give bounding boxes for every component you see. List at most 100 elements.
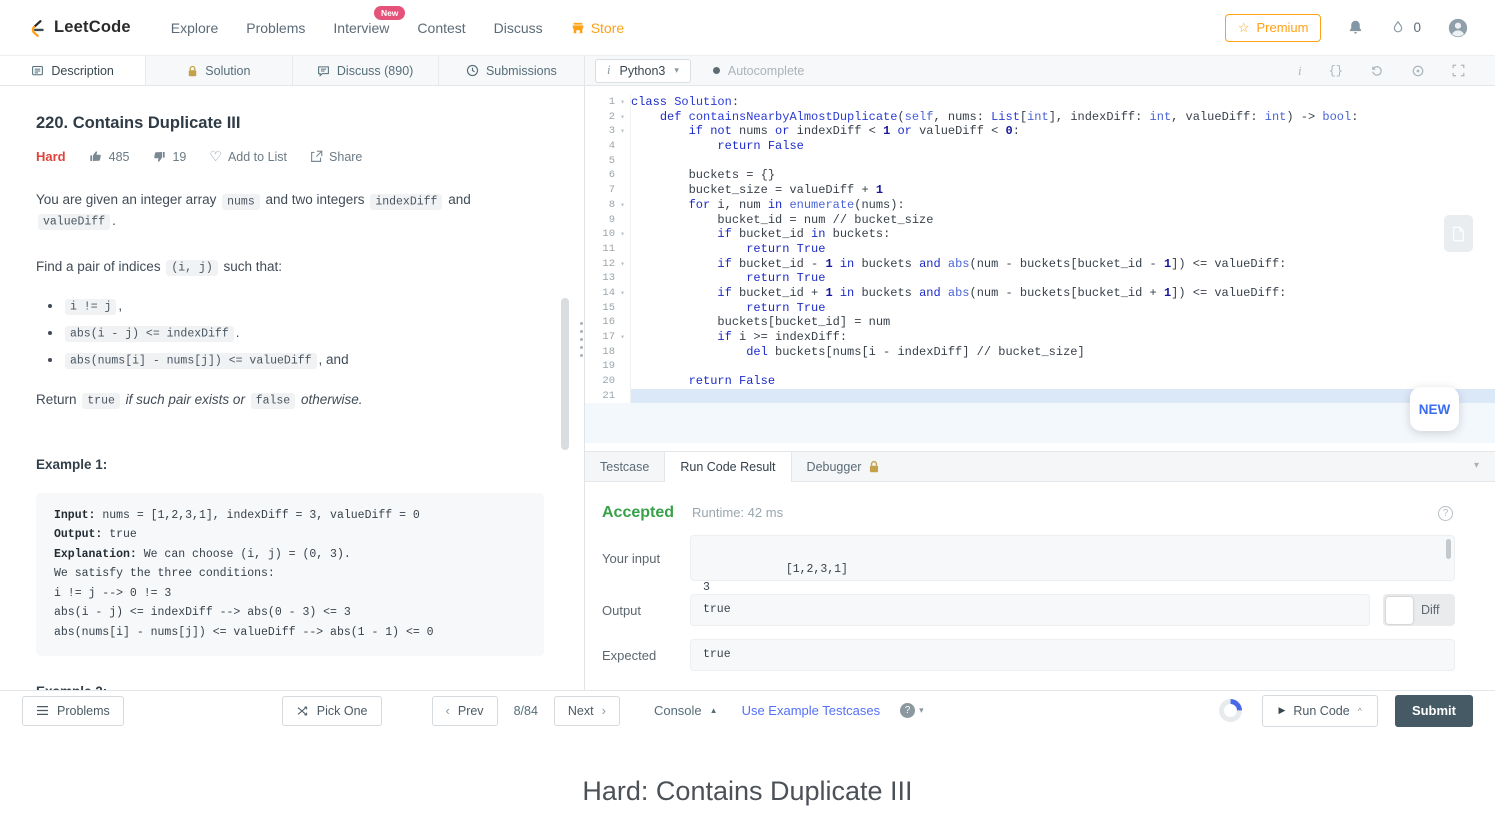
code-text[interactable]: if not nums or indexDiff < 1 or valueDif… bbox=[630, 124, 1495, 139]
code-text[interactable]: if i >= indexDiff: bbox=[630, 330, 1495, 345]
tab-submissions[interactable]: Submissions bbox=[439, 56, 584, 85]
prev-button[interactable]: ‹ Prev bbox=[432, 696, 498, 726]
problems-list-button[interactable]: Problems bbox=[22, 696, 124, 726]
description-scrollbar[interactable] bbox=[561, 298, 569, 450]
code-text[interactable] bbox=[630, 389, 1495, 404]
code-line[interactable]: 15 return True bbox=[585, 301, 1495, 316]
nav-store[interactable]: Store bbox=[571, 20, 624, 36]
premium-button[interactable]: ☆ Premium bbox=[1225, 14, 1322, 42]
help-icon[interactable]: ? bbox=[1438, 506, 1453, 521]
code-line[interactable]: 10▾ if bucket_id in buckets: bbox=[585, 227, 1495, 242]
code-text[interactable]: return False bbox=[630, 374, 1495, 389]
code-text[interactable]: return True bbox=[630, 301, 1495, 316]
code-text[interactable]: return False bbox=[630, 139, 1495, 154]
code-text[interactable]: if bucket_id - 1 in buckets and abs(num … bbox=[630, 257, 1495, 272]
code-line[interactable]: 20 return False bbox=[585, 374, 1495, 389]
add-to-list-button[interactable]: ♡ Add to List bbox=[209, 148, 287, 165]
leetcode-logo[interactable]: LeetCode bbox=[26, 16, 131, 40]
code-line[interactable]: 7 bucket_size = valueDiff + 1 bbox=[585, 183, 1495, 198]
fold-arrow-icon[interactable]: ▾ bbox=[615, 110, 630, 125]
fold-arrow-icon[interactable]: ▾ bbox=[615, 286, 630, 301]
tab-run-code-result[interactable]: Run Code Result bbox=[664, 452, 791, 482]
nav-contest[interactable]: Contest bbox=[417, 20, 465, 36]
fold-arrow-icon[interactable]: ▾ bbox=[615, 95, 630, 110]
diff-toggle[interactable]: Diff bbox=[1383, 594, 1455, 626]
fullscreen-icon[interactable] bbox=[1452, 64, 1465, 77]
code-line[interactable]: 14▾ if bucket_id + 1 in buckets and abs(… bbox=[585, 286, 1495, 301]
tab-description[interactable]: Description bbox=[0, 56, 146, 85]
pick-one-button[interactable]: Pick One bbox=[282, 696, 382, 726]
code-editor[interactable]: 1▾class Solution:2▾ def containsNearbyAl… bbox=[585, 86, 1495, 451]
tab-debugger[interactable]: Debugger bbox=[792, 452, 896, 481]
nav-discuss[interactable]: Discuss bbox=[494, 20, 543, 36]
settings-gear-icon[interactable] bbox=[1411, 64, 1425, 78]
run-code-button[interactable]: ▶ Run Code ^ bbox=[1262, 695, 1377, 727]
code-text[interactable]: buckets = {} bbox=[630, 168, 1495, 183]
streak-counter[interactable]: 0 bbox=[1390, 18, 1421, 37]
editor-empty-area[interactable] bbox=[585, 403, 1495, 443]
code-line[interactable]: 4 return False bbox=[585, 139, 1495, 154]
code-text[interactable]: del buckets[nums[i - indexDiff] // bucke… bbox=[630, 345, 1495, 360]
like-button[interactable]: 485 bbox=[89, 150, 130, 164]
dislike-button[interactable]: 19 bbox=[152, 150, 186, 164]
code-line[interactable]: 5 bbox=[585, 154, 1495, 169]
nav-explore[interactable]: Explore bbox=[171, 20, 218, 36]
diff-toggle-knob[interactable] bbox=[1386, 597, 1413, 624]
format-braces-icon[interactable]: {} bbox=[1329, 64, 1343, 78]
fold-arrow-icon[interactable]: ▾ bbox=[615, 124, 630, 139]
tab-discuss[interactable]: Discuss (890) bbox=[293, 56, 439, 85]
avatar[interactable] bbox=[1447, 17, 1469, 39]
tab-testcase[interactable]: Testcase bbox=[585, 452, 664, 481]
notes-fab-button[interactable] bbox=[1444, 215, 1473, 252]
nav-problems[interactable]: Problems bbox=[246, 20, 305, 36]
code-line[interactable]: 12▾ if bucket_id - 1 in buckets and abs(… bbox=[585, 257, 1495, 272]
fold-arrow-icon[interactable]: ▾ bbox=[615, 198, 630, 213]
code-text[interactable]: bucket_id = num // bucket_size bbox=[630, 213, 1495, 228]
fold-arrow-icon[interactable]: ▾ bbox=[615, 330, 630, 345]
code-text[interactable]: return True bbox=[630, 271, 1495, 286]
autocomplete-toggle[interactable]: Autocomplete bbox=[713, 64, 804, 78]
help-dropdown[interactable]: ? ▾ bbox=[900, 703, 924, 718]
new-feature-badge[interactable]: NEW bbox=[1410, 387, 1459, 431]
code-line[interactable]: 3▾ if not nums or indexDiff < 1 or value… bbox=[585, 124, 1495, 139]
fold-arrow-icon[interactable]: ▾ bbox=[615, 227, 630, 242]
code-line[interactable]: 17▾ if i >= indexDiff: bbox=[585, 330, 1495, 345]
code-line[interactable]: 19 bbox=[585, 359, 1495, 374]
input-scrollbar[interactable] bbox=[1446, 539, 1451, 559]
code-text[interactable]: return True bbox=[630, 242, 1495, 257]
code-line[interactable]: 16 buckets[bucket_id] = num bbox=[585, 315, 1495, 330]
your-input-box[interactable]: [1,2,3,1] 3 bbox=[690, 535, 1455, 581]
console-toggle[interactable]: Console ▲ bbox=[654, 703, 718, 718]
code-text[interactable] bbox=[630, 154, 1495, 169]
code-text[interactable] bbox=[630, 359, 1495, 374]
submit-button[interactable]: Submit bbox=[1395, 695, 1473, 727]
code-text[interactable]: class Solution: bbox=[630, 95, 1495, 110]
tab-solution[interactable]: Solution bbox=[146, 56, 292, 85]
code-line[interactable]: 21 bbox=[585, 389, 1495, 404]
code-text[interactable]: def containsNearbyAlmostDuplicate(self, … bbox=[630, 110, 1495, 125]
reset-icon[interactable] bbox=[1370, 64, 1384, 77]
code-line[interactable]: 6 buckets = {} bbox=[585, 168, 1495, 183]
code-line[interactable]: 2▾ def containsNearbyAlmostDuplicate(sel… bbox=[585, 110, 1495, 125]
code-text[interactable]: for i, num in enumerate(nums): bbox=[630, 198, 1495, 213]
code-line[interactable]: 11 return True bbox=[585, 242, 1495, 257]
code-line[interactable]: 13 return True bbox=[585, 271, 1495, 286]
share-button[interactable]: Share bbox=[310, 150, 362, 164]
code-line[interactable]: 9 bucket_id = num // bucket_size bbox=[585, 213, 1495, 228]
use-example-testcases-link[interactable]: Use Example Testcases bbox=[742, 703, 881, 718]
code-line[interactable]: 8▾ for i, num in enumerate(nums): bbox=[585, 198, 1495, 213]
code-text[interactable]: bucket_size = valueDiff + 1 bbox=[630, 183, 1495, 198]
collapse-panel-icon[interactable]: ▾ bbox=[1474, 460, 1479, 471]
panel-resize-handle[interactable] bbox=[580, 322, 583, 357]
code-line[interactable]: 1▾class Solution: bbox=[585, 95, 1495, 110]
fold-arrow-icon[interactable]: ▾ bbox=[615, 257, 630, 272]
notifications-bell-icon[interactable] bbox=[1347, 18, 1364, 37]
code-text[interactable]: buckets[bucket_id] = num bbox=[630, 315, 1495, 330]
code-text[interactable]: if bucket_id + 1 in buckets and abs(num … bbox=[630, 286, 1495, 301]
code-line[interactable]: 18 del buckets[nums[i - indexDiff] // bu… bbox=[585, 345, 1495, 360]
next-button[interactable]: Next › bbox=[554, 696, 620, 726]
nav-interview[interactable]: Interview New bbox=[333, 20, 389, 36]
code-text[interactable]: if bucket_id in buckets: bbox=[630, 227, 1495, 242]
language-select[interactable]: i Python3 ▾ bbox=[595, 59, 691, 83]
info-icon[interactable]: i bbox=[1298, 63, 1302, 79]
